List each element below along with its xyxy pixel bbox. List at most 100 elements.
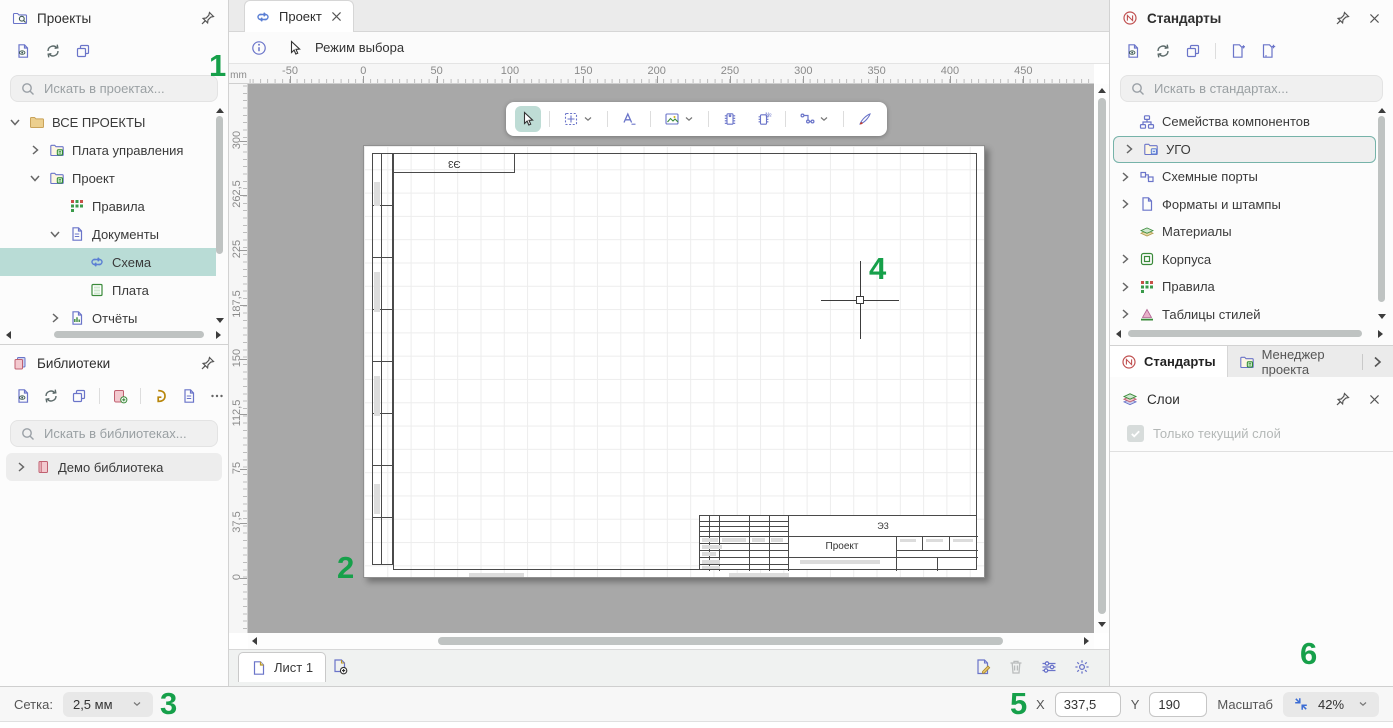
chevron-right-icon[interactable]: [48, 311, 62, 325]
sheet-settings-icon[interactable]: [1040, 658, 1058, 676]
tree-item[interactable]: ВСЕ ПРОЕКТЫ: [0, 108, 216, 136]
scroll-right-arrow[interactable]: [1378, 330, 1383, 338]
add-sheet-icon[interactable]: [331, 658, 349, 676]
tool-target-box[interactable]: [558, 106, 599, 132]
tab-project-manager[interactable]: Менеджер проекта: [1228, 346, 1362, 377]
pin-icon[interactable]: [1335, 10, 1351, 26]
tab-standards[interactable]: Стандарты: [1110, 346, 1228, 377]
tool-pen[interactable]: [852, 106, 878, 132]
tab-sheet-1[interactable]: Лист 1: [238, 652, 327, 682]
drawing-canvas[interactable]: Э3 Э3 Проект № 2 4: [248, 84, 1094, 633]
projects-search-input[interactable]: [44, 81, 220, 96]
y-coordinate-input[interactable]: [1149, 691, 1208, 717]
chevron-down-icon[interactable]: [582, 113, 594, 125]
chevron-down-icon[interactable]: [8, 115, 22, 129]
book-add-icon[interactable]: [112, 388, 128, 404]
canvas-vertical-scrollbar[interactable]: [1095, 84, 1109, 633]
chevron-right-icon[interactable]: [1118, 197, 1132, 211]
only-current-layer-checkbox[interactable]: [1127, 425, 1144, 442]
chevron-down-icon[interactable]: [818, 113, 830, 125]
tool-net[interactable]: [794, 106, 835, 132]
tabs-overflow-icon[interactable]: [1369, 354, 1385, 370]
tool-chip[interactable]: [717, 106, 743, 132]
horizontal-scrollbar[interactable]: [1128, 330, 1362, 337]
doc-eye-icon[interactable]: [15, 388, 31, 404]
horizontal-scrollbar[interactable]: [54, 331, 204, 338]
scroll-up-arrow[interactable]: [216, 108, 224, 113]
scroll-left-arrow[interactable]: [1116, 330, 1121, 338]
scroll-down-arrow[interactable]: [1378, 314, 1386, 319]
panel-divider[interactable]: [228, 0, 229, 686]
scroll-down-arrow[interactable]: [216, 318, 224, 323]
libraries-search-input[interactable]: [44, 426, 220, 441]
scroll-left-arrow[interactable]: [6, 331, 11, 339]
gold-d-icon[interactable]: [153, 388, 169, 404]
tree-item[interactable]: Проект: [0, 164, 216, 192]
drawing-sheet[interactable]: Э3 Э3 Проект: [363, 145, 985, 578]
tree-item[interactable]: Правила: [1110, 273, 1379, 301]
tree-item[interactable]: Плата управления: [0, 136, 216, 164]
chevron-right-icon[interactable]: [1118, 280, 1132, 294]
delete-sheet-icon[interactable]: [1007, 658, 1025, 676]
close-icon[interactable]: [1368, 393, 1381, 406]
info-icon[interactable]: [251, 40, 267, 56]
chevron-right-icon[interactable]: [28, 143, 42, 157]
close-icon[interactable]: [1368, 12, 1381, 25]
doc-plus2-icon[interactable]: [1260, 43, 1276, 59]
pin-icon[interactable]: [1335, 391, 1351, 407]
tool-chip-num[interactable]: №: [751, 106, 777, 132]
panel-divider[interactable]: [1109, 0, 1110, 686]
copy-icon[interactable]: [75, 43, 91, 59]
scroll-up-arrow[interactable]: [1378, 108, 1386, 113]
doc-eye-icon[interactable]: [1125, 43, 1141, 59]
refresh-icon[interactable]: [43, 388, 59, 404]
chevron-right-icon[interactable]: [1122, 142, 1136, 156]
chevron-right-icon[interactable]: [1118, 252, 1132, 266]
tree-item[interactable]: Корпуса: [1110, 246, 1379, 274]
more-icon[interactable]: [209, 388, 225, 404]
chevron-down-icon[interactable]: [48, 227, 62, 241]
chevron-right-icon[interactable]: [14, 460, 28, 474]
refresh-icon[interactable]: [1155, 43, 1171, 59]
pin-icon[interactable]: [200, 10, 216, 26]
tree-item[interactable]: Схемные порты: [1110, 163, 1379, 191]
settings-gear-icon[interactable]: [1073, 658, 1091, 676]
close-tab-icon[interactable]: [330, 10, 343, 23]
refresh-icon[interactable]: [45, 43, 61, 59]
tree-item[interactable]: Документы: [0, 220, 216, 248]
tree-item[interactable]: Плата: [0, 276, 216, 304]
tab-project[interactable]: Проект: [244, 0, 354, 32]
tree-item[interactable]: Демо библиотека: [6, 453, 222, 481]
copy-icon[interactable]: [1185, 43, 1201, 59]
vertical-scrollbar[interactable]: [1378, 116, 1385, 302]
standards-search-input[interactable]: [1154, 81, 1373, 96]
x-coordinate-input[interactable]: [1054, 691, 1121, 717]
tree-item[interactable]: Схема: [0, 248, 216, 276]
fit-to-view-icon[interactable]: [1293, 696, 1309, 712]
canvas-horizontal-scrollbar[interactable]: [248, 633, 1094, 649]
tree-item[interactable]: УГО: [1113, 135, 1376, 163]
vertical-scrollbar[interactable]: [216, 116, 223, 254]
chevron-right-icon[interactable]: [1118, 170, 1132, 184]
tree-item[interactable]: Таблицы стилей: [1110, 301, 1379, 329]
doc-import-icon[interactable]: [181, 388, 197, 404]
doc-plus-icon[interactable]: [1230, 43, 1246, 59]
tool-text-tool[interactable]: [616, 106, 642, 132]
chevron-down-icon[interactable]: [28, 171, 42, 185]
doc-eye-icon[interactable]: [15, 43, 31, 59]
tree-item[interactable]: Правила: [0, 192, 216, 220]
scroll-right-arrow[interactable]: [216, 331, 221, 339]
chevron-down-icon[interactable]: [683, 113, 695, 125]
edit-sheet-icon[interactable]: [974, 658, 992, 676]
tool-cursor[interactable]: [515, 106, 541, 132]
tree-item[interactable]: Форматы и штампы: [1110, 191, 1379, 219]
tree-item[interactable]: Отчёты: [0, 304, 216, 332]
pin-icon[interactable]: [200, 355, 216, 371]
tree-item[interactable]: Семейства компонентов: [1110, 108, 1379, 136]
chevron-right-icon[interactable]: [1118, 307, 1132, 321]
copy-icon[interactable]: [71, 388, 87, 404]
grid-step-dropdown[interactable]: 2,5 мм: [62, 691, 153, 717]
tool-image-tool[interactable]: [659, 106, 700, 132]
zoom-dropdown[interactable]: 42%: [1283, 691, 1379, 717]
tree-item[interactable]: Материалы: [1110, 218, 1379, 246]
